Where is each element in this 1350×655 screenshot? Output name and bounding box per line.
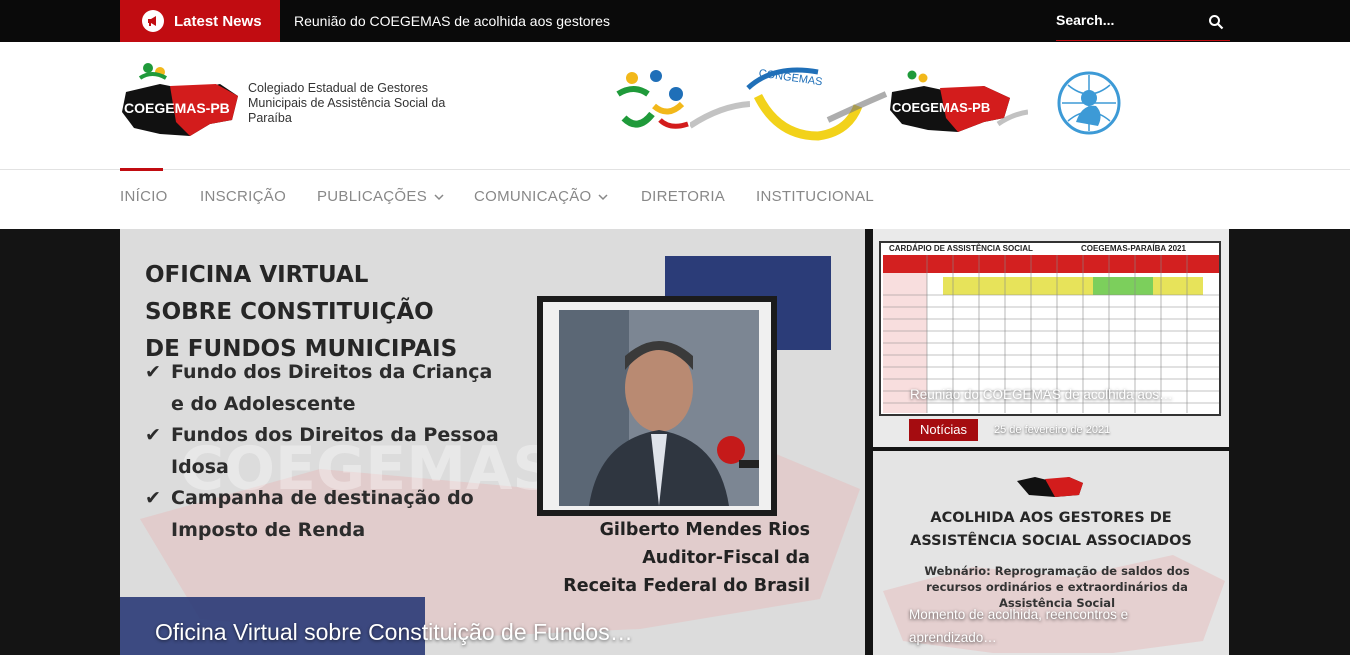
speaker-photo-frame <box>537 296 777 516</box>
poster-list-item: e do Adolescente <box>171 392 356 415</box>
nav-item-label: INSCRIÇÃO <box>200 188 287 205</box>
main-nav: INÍCIO INSCRIÇÃO PUBLICAÇÕES COMUNICAÇÃO… <box>0 168 1350 229</box>
slide-caption[interactable]: Oficina Virtual sobre Constituição de Fu… <box>155 619 633 646</box>
side-card-caption[interactable]: Reunião do COEGEMAS de acolhida aos… <box>910 387 1173 402</box>
side-card-caption[interactable]: Momento de acolhida, reencontros e apren… <box>909 603 1169 649</box>
latest-news-text: Latest News <box>174 12 262 30</box>
chevron-down-icon <box>434 193 444 200</box>
poster-list-item: Fundos dos Direitos da Pessoa <box>171 424 499 446</box>
side-card-caption-line: aprendizado… <box>909 630 997 645</box>
nav-item-label: PUBLICAÇÕES <box>317 188 427 205</box>
check-icon: ✔ <box>145 487 161 509</box>
table-image-title: CARDÁPIO DE ASSISTÊNCIA SOCIAL <box>889 244 1033 253</box>
ticker-headline-link[interactable]: Reunião do COEGEMAS de acolhida aos gest… <box>294 13 610 29</box>
poster-title: OFICINA VIRTUAL SOBRE CONSTITUIÇÃO DE FU… <box>145 257 457 368</box>
nav-item-diretoria[interactable]: DIRETORIA <box>641 188 725 205</box>
nav-item-publicacoes[interactable]: PUBLICAÇÕES <box>317 188 444 205</box>
poster-title-line: OFICINA VIRTUAL <box>145 262 369 288</box>
speaker-name-line: Gilberto Mendes Rios <box>599 520 810 540</box>
top-bar: Latest News Reunião do COEGEMAS de acolh… <box>0 0 1350 42</box>
table-image-title-right: COEGEMAS-PARAÍBA 2021 <box>1081 244 1186 253</box>
nav-item-label: INSTITUCIONAL <box>756 188 875 205</box>
nav-item-inscricao[interactable]: INSCRIÇÃO <box>200 188 286 205</box>
unicef-logo <box>1057 71 1121 135</box>
megaphone-icon <box>142 10 164 32</box>
poster-list: ✔ Fundo dos Direitos da Criança e do Adol… <box>145 357 499 546</box>
poster-list-item: Campanha de destinação do <box>171 487 474 509</box>
main-slide[interactable]: COEGEMAS-PB OFICINA VIRTUAL SOBRE CONSTI… <box>120 229 865 655</box>
search-box <box>1056 0 1230 41</box>
category-tag[interactable]: Notícias <box>909 419 978 441</box>
speaker-name: Gilberto Mendes Rios Auditor-Fiscal da R… <box>520 516 810 600</box>
hero-slider: COEGEMAS-PB OFICINA VIRTUAL SOBRE CONSTI… <box>0 229 1350 655</box>
congemas-logo: CONGEMAS <box>746 68 888 141</box>
nav-item-label: COMUNICAÇÃO <box>474 188 592 205</box>
check-icon: ✔ <box>145 361 161 383</box>
org-name: Colegiado Estadual de Gestores Municipai… <box>248 81 446 125</box>
nav-item-label: INÍCIO <box>120 188 168 205</box>
search-input[interactable] <box>1056 10 1196 30</box>
coegemas-small-logo <box>1017 477 1083 497</box>
poster-title-line: SOBRE CONSTITUIÇÃO <box>145 299 434 325</box>
speaker-role-line: Auditor-Fiscal da <box>642 548 810 568</box>
side-card-bottom[interactable]: ACOLHIDA AOS GESTORES DE ASSISTÊNCIA SOC… <box>873 451 1229 655</box>
nav-item-institucional[interactable]: INSTITUCIONAL <box>756 188 874 205</box>
side-bottom-heading-line: ASSISTÊNCIA SOCIAL ASSOCIADOS <box>910 533 1192 549</box>
congemas-people-icon <box>616 70 689 129</box>
speaker-photo <box>559 310 759 506</box>
latest-news-label: Latest News <box>120 0 280 42</box>
speaker-role-line: Receita Federal do Brasil <box>563 576 810 596</box>
side-bottom-heading-line: ACOLHIDA AOS GESTORES DE <box>930 510 1172 526</box>
search-icon[interactable] <box>1208 14 1224 30</box>
side-bottom-heading: ACOLHIDA AOS GESTORES DE ASSISTÊNCIA SOC… <box>873 507 1229 553</box>
check-icon: ✔ <box>145 424 161 446</box>
logo-text: COEGEMAS-PB <box>124 100 230 116</box>
nav-item-inicio[interactable]: INÍCIO <box>120 188 168 205</box>
coegemas-pb-logo-text: COEGEMAS-PB <box>892 100 990 115</box>
site-header: COEGEMAS-PB Colegiado Estadual de Gestor… <box>0 42 1350 170</box>
nav-item-comunicacao[interactable]: COMUNICAÇÃO <box>474 188 609 205</box>
poster-list-item: Idosa <box>171 455 229 478</box>
side-card-caption-line: Momento de acolhida, reencontros e <box>909 607 1129 622</box>
coegemas-pb-logo: COEGEMAS-PB <box>890 70 1028 132</box>
chevron-down-icon <box>598 193 609 200</box>
nav-item-label: DIRETORIA <box>641 188 726 205</box>
nav-active-indicator <box>120 168 163 171</box>
coegemas-logo[interactable]: COEGEMAS-PB <box>120 62 242 144</box>
side-card-top[interactable]: CARDÁPIO DE ASSISTÊNCIA SOCIAL COEGEMAS-… <box>873 229 1229 447</box>
poster-list-item: Fundo dos Direitos da Criança <box>171 361 493 383</box>
poster-list-item: Imposto de Renda <box>171 518 366 541</box>
post-date: 25 de fevereiro de 2021 <box>994 424 1111 436</box>
